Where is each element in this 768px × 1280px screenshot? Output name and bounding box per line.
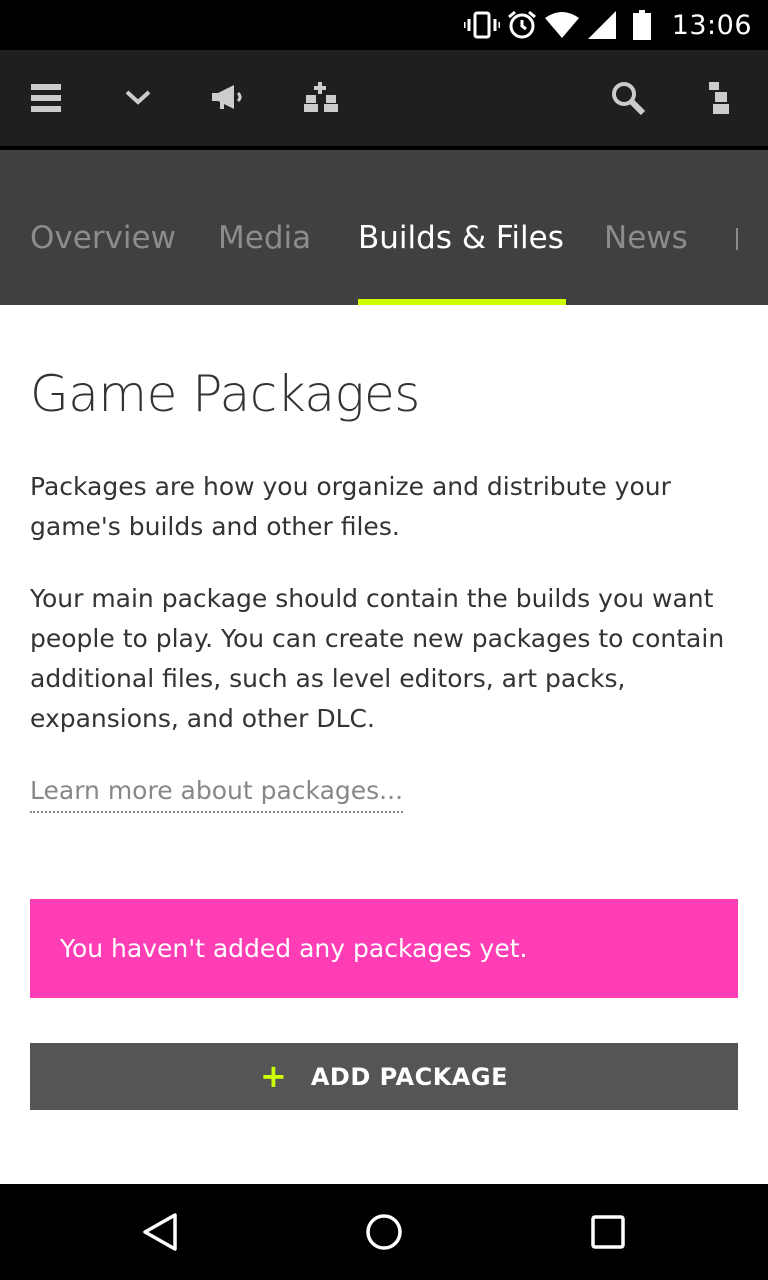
details-paragraph: Your main package should contain the bui… (30, 584, 725, 733)
app-screen: 13:06 Overview Media Builds & Files News (0, 0, 768, 1280)
system-nav-bar (0, 1184, 768, 1280)
status-bar: 13:06 (0, 0, 768, 50)
user-icon[interactable] (688, 50, 748, 146)
wifi-icon (542, 0, 582, 50)
tab-media[interactable]: Media (218, 214, 311, 262)
people-add-icon[interactable] (292, 50, 352, 146)
intro-paragraph: Packages are how you organize and distri… (30, 472, 671, 541)
active-tab-indicator (358, 299, 566, 305)
back-icon[interactable] (112, 1184, 208, 1280)
add-package-button[interactable]: + ADD PACKAGE (30, 1043, 738, 1110)
alarm-icon (502, 0, 542, 50)
notice-text: You haven't added any packages yet. (60, 934, 528, 963)
signal-icon (582, 0, 622, 50)
tab-builds-files[interactable]: Builds & Files (358, 214, 564, 262)
plus-icon: + (260, 1056, 287, 1095)
page-title: Game Packages (30, 365, 420, 423)
recents-icon[interactable] (560, 1184, 656, 1280)
tab-overflow-indicator (736, 228, 738, 250)
learn-more-link[interactable]: Learn more about packages... (30, 771, 404, 813)
megaphone-icon[interactable] (200, 50, 260, 146)
clock: 13:06 (671, 9, 752, 41)
empty-packages-notice: You haven't added any packages yet. (30, 899, 738, 998)
chevron-down-icon[interactable] (108, 50, 168, 146)
battery-icon (622, 0, 662, 50)
menu-icon[interactable] (16, 50, 76, 146)
app-toolbar (0, 50, 768, 146)
vibrate-icon (462, 0, 502, 50)
tab-news[interactable]: News (604, 214, 688, 262)
tab-bar: Overview Media Builds & Files News (0, 150, 768, 305)
home-icon[interactable] (336, 1184, 432, 1280)
add-package-label: ADD PACKAGE (310, 1062, 508, 1091)
tab-overview[interactable]: Overview (30, 214, 176, 262)
search-icon[interactable] (598, 50, 658, 146)
